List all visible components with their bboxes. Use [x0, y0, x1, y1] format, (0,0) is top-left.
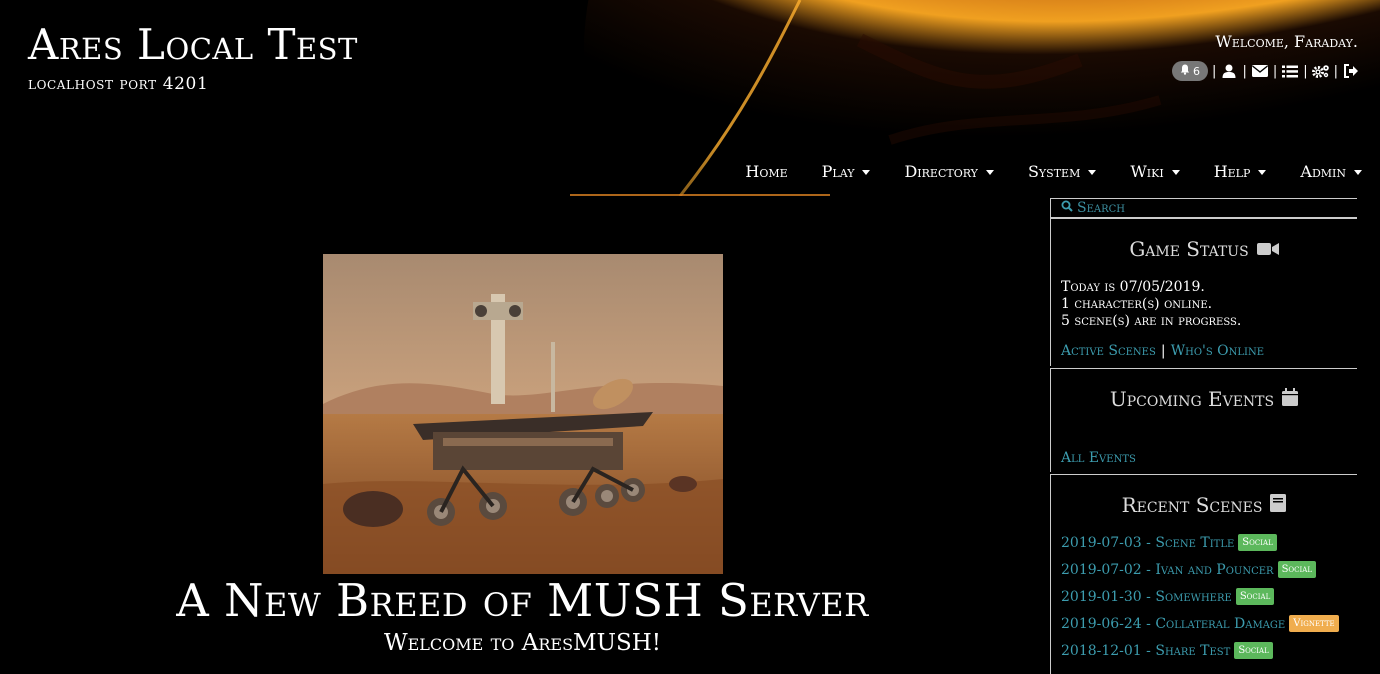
scene-type-badge: Social [1277, 561, 1316, 578]
hero-subtitle: Welcome to AresMUSH! [383, 630, 662, 656]
nav-wiki[interactable]: Wiki [1096, 161, 1180, 181]
list-icon[interactable] [1281, 63, 1299, 79]
welcome-message: Welcome, Faraday. [1215, 32, 1358, 51]
notifications-button[interactable]: 6 [1172, 61, 1209, 81]
nav-label: Home [745, 161, 788, 181]
envelope-icon[interactable] [1251, 63, 1269, 79]
status-online: 1 character(s) online. [1061, 296, 1213, 312]
separator: | [1303, 63, 1308, 79]
site-title[interactable]: Ares Local Test [28, 20, 358, 69]
search-placeholder: Search [1077, 200, 1126, 216]
upcoming-events-title: Upcoming Events [1061, 387, 1347, 411]
caret-down-icon [1258, 169, 1267, 175]
scene-link[interactable]: 2019-06-24 - Collateral Damage [1061, 616, 1285, 632]
panel-title-text: Upcoming Events [1109, 387, 1275, 411]
nav-home[interactable]: Home [711, 162, 787, 181]
list-item: 2019-06-24 - Collateral Damage Vignette [1061, 610, 1347, 637]
separator: | [1272, 63, 1278, 79]
book-icon [1270, 493, 1287, 517]
scene-type-badge: Social [1235, 588, 1275, 605]
nav-help[interactable]: Help [1180, 162, 1267, 181]
separator: | [1333, 63, 1338, 79]
bell-icon [1180, 64, 1190, 78]
nav-label: Wiki [1130, 161, 1164, 181]
list-item: 2019-07-02 - Ivan and Pouncer Social [1061, 556, 1347, 583]
caret-down-icon [985, 169, 994, 175]
nav-label: Directory [904, 161, 978, 181]
scene-link[interactable]: 2019-07-02 - Ivan and Pouncer [1061, 562, 1274, 578]
scene-type-badge: Vignette [1289, 615, 1339, 632]
nav-label: Admin [1300, 161, 1346, 181]
status-scenes: 5 scene(s) are in progress. [1061, 313, 1242, 329]
active-scenes-link[interactable]: Active Scenes [1061, 343, 1156, 359]
cogs-icon[interactable] [1311, 63, 1330, 79]
video-camera-icon [1256, 237, 1279, 261]
panel-title-text: Recent Scenes [1121, 493, 1263, 517]
caret-down-icon [1088, 169, 1097, 175]
main-nav: Home Play Directory System Wiki Help Adm… [711, 146, 1362, 196]
site-header: Ares Local Test localhost port 4201 Welc… [0, 0, 1380, 196]
scene-type-badge: Social [1238, 534, 1277, 551]
calendar-icon [1282, 387, 1299, 411]
search-icon [1061, 200, 1073, 216]
notification-count: 6 [1193, 64, 1201, 78]
recent-scenes-title: Recent Scenes [1061, 493, 1347, 517]
recent-scenes-panel: Recent Scenes 2019-07-03 - Scene Title S… [1050, 474, 1357, 674]
caret-down-icon [862, 169, 871, 175]
scene-link[interactable]: 2019-01-30 - Somewhere [1061, 589, 1232, 605]
list-item: 2019-01-30 - Somewhere Social [1061, 583, 1347, 610]
list-item: 2019-07-03 - Scene Title Social [1061, 529, 1347, 556]
caret-down-icon [1171, 169, 1180, 175]
hero-title: A New Breed of MUSH Server [176, 574, 869, 627]
separator: | [1160, 343, 1166, 359]
hero-image [323, 254, 723, 574]
nav-directory[interactable]: Directory [870, 161, 994, 181]
nav-label: Help [1213, 161, 1251, 181]
site-subtitle: localhost port 4201 [28, 74, 209, 94]
whos-online-link[interactable]: Who's Online [1171, 343, 1264, 359]
logout-icon[interactable] [1342, 63, 1360, 79]
upcoming-events-panel: Upcoming Events All Events [1050, 368, 1357, 472]
main-content: A New Breed of MUSH Server Welcome to Ar… [0, 196, 1045, 663]
list-item: 2018-12-01 - Share Test Social [1061, 637, 1347, 664]
scene-link[interactable]: 2018-12-01 - Share Test [1061, 643, 1230, 659]
game-status-panel: Game Status Today is 07/05/2019. 1 chara… [1050, 218, 1357, 366]
separator: | [1212, 63, 1217, 79]
panel-title-text: Game Status [1129, 237, 1249, 261]
nav-play[interactable]: Play [788, 162, 871, 181]
nav-label: Play [821, 161, 855, 181]
all-events-link[interactable]: All Events [1061, 450, 1136, 466]
scene-type-badge: Social [1234, 642, 1273, 659]
user-toolbar: 6 | | | | | [1172, 61, 1360, 81]
nav-admin[interactable]: Admin [1266, 162, 1362, 181]
caret-down-icon [1354, 169, 1362, 175]
nav-label: System [1027, 161, 1081, 181]
user-icon[interactable] [1220, 63, 1238, 79]
scene-link[interactable]: 2019-07-03 - Scene Title [1061, 535, 1234, 551]
search-input[interactable]: Search [1050, 198, 1357, 218]
nav-system[interactable]: System [994, 161, 1097, 181]
game-status-title: Game Status [1061, 237, 1347, 261]
separator: | [1242, 63, 1247, 79]
status-date: Today is 07/05/2019. [1061, 279, 1205, 295]
